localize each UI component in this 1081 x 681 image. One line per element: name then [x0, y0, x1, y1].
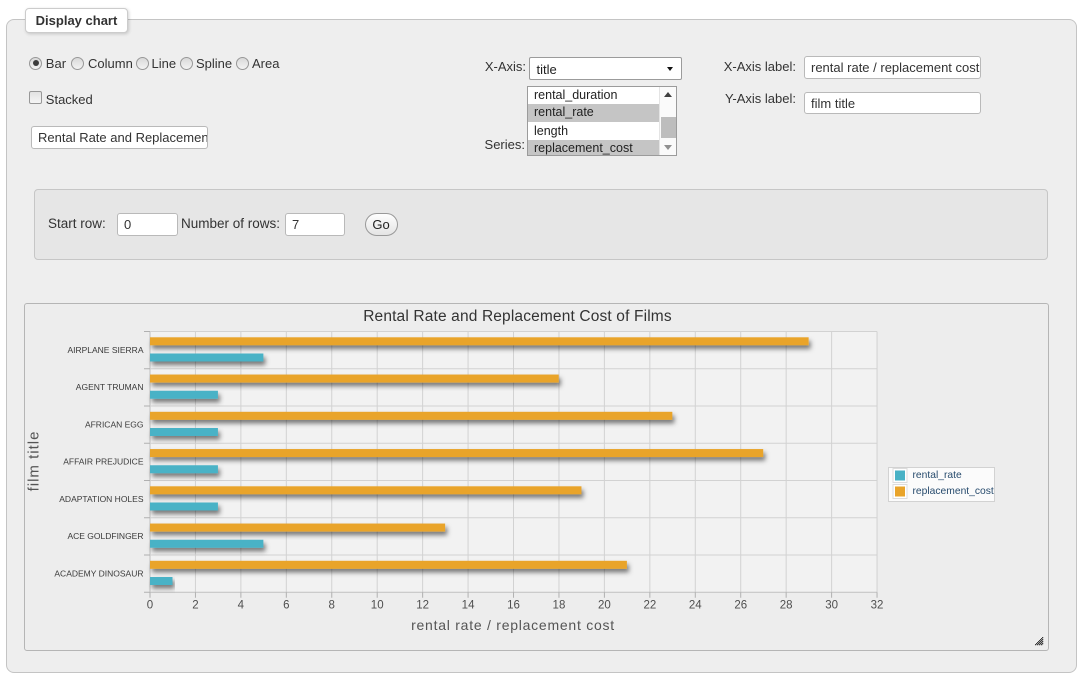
svg-text:ADAPTATION HOLES: ADAPTATION HOLES	[59, 494, 144, 504]
svg-text:rental rate / replacement cost: rental rate / replacement cost	[411, 617, 615, 633]
svg-text:Rental Rate and Replacement Co: Rental Rate and Replacement Cost of Film…	[363, 308, 672, 325]
svg-text:26: 26	[734, 600, 747, 612]
svg-text:ACE GOLDFINGER: ACE GOLDFINGER	[67, 531, 143, 541]
svg-text:film title: film title	[26, 431, 43, 492]
svg-text:AFFAIR PREJUDICE: AFFAIR PREJUDICE	[63, 457, 144, 467]
svg-text:ACADEMY DINOSAUR: ACADEMY DINOSAUR	[54, 568, 143, 578]
svg-text:0: 0	[147, 600, 153, 612]
svg-text:20: 20	[598, 600, 611, 612]
svg-text:16: 16	[507, 600, 520, 612]
svg-text:2: 2	[192, 600, 198, 612]
svg-text:18: 18	[553, 600, 566, 612]
svg-text:30: 30	[825, 600, 838, 612]
svg-text:4: 4	[238, 600, 245, 612]
svg-text:32: 32	[871, 600, 884, 612]
svg-text:28: 28	[780, 600, 793, 612]
svg-text:22: 22	[643, 600, 656, 612]
svg-text:8: 8	[329, 600, 335, 612]
svg-text:rental_rate: rental_rate	[913, 470, 963, 481]
svg-text:14: 14	[462, 600, 475, 612]
svg-text:12: 12	[416, 600, 429, 612]
svg-text:AFRICAN EGG: AFRICAN EGG	[85, 419, 144, 429]
svg-text:24: 24	[689, 600, 702, 612]
svg-text:10: 10	[371, 600, 384, 612]
svg-text:replacement_cost: replacement_cost	[913, 486, 994, 497]
svg-text:AIRPLANE SIERRA: AIRPLANE SIERRA	[67, 345, 143, 355]
svg-text:AGENT TRUMAN: AGENT TRUMAN	[76, 382, 144, 392]
svg-text:6: 6	[283, 600, 289, 612]
